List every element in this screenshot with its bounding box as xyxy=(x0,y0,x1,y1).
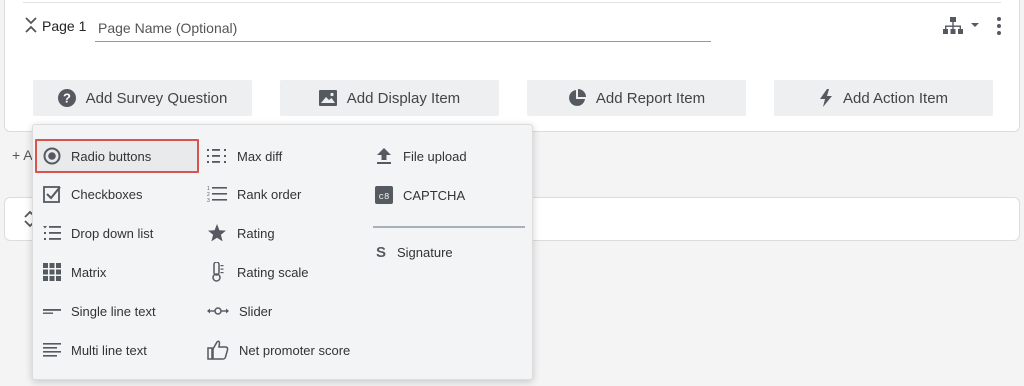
image-icon xyxy=(318,90,337,106)
thumbs-up-icon xyxy=(207,340,229,360)
question-type-menu: Radio buttons Checkboxes Drop down list … xyxy=(32,124,533,380)
add-survey-question-button[interactable]: ? Add Survey Question xyxy=(33,80,252,116)
menu-item-rating[interactable]: Rating xyxy=(199,216,369,250)
add-survey-question-label: Add Survey Question xyxy=(85,89,228,107)
svg-text:S: S xyxy=(376,244,386,260)
collapse-icon[interactable] xyxy=(23,16,39,34)
checkbox-icon xyxy=(43,186,61,203)
menu-item-label: Max diff xyxy=(237,148,283,164)
svg-text:3: 3 xyxy=(207,198,210,202)
matrix-grid-icon xyxy=(43,263,61,281)
add-action-item-label: Add Action Item xyxy=(842,89,949,107)
menu-item-rating-scale[interactable]: Rating scale xyxy=(199,255,369,289)
caret-down-icon xyxy=(971,23,979,27)
menu-item-label: Radio buttons xyxy=(71,148,152,164)
slider-icon xyxy=(207,307,229,315)
add-report-item-label: Add Report Item xyxy=(595,89,706,107)
sitemap-icon xyxy=(943,17,963,34)
page-1-card: Page 1 ? Add Survey Question xyxy=(4,0,1020,132)
upload-icon xyxy=(377,148,391,164)
menu-item-drop-down-list[interactable]: Drop down list xyxy=(35,216,199,250)
captcha-icon: c8 xyxy=(375,186,393,204)
menu-item-label: Matrix xyxy=(71,264,107,280)
pie-chart-icon xyxy=(568,89,586,106)
menu-divider xyxy=(373,226,525,228)
menu-item-label: Single line text xyxy=(71,303,156,319)
menu-item-checkboxes[interactable]: Checkboxes xyxy=(35,177,199,211)
page-title: Page 1 xyxy=(42,18,87,34)
thermometer-icon xyxy=(212,262,224,282)
add-report-item-button[interactable]: Add Report Item xyxy=(527,80,746,116)
add-display-item-button[interactable]: Add Display Item xyxy=(280,80,499,116)
multi-line-text-icon xyxy=(43,343,61,357)
rank-order-icon: 1 2 3 xyxy=(207,186,227,202)
menu-item-label: Rating xyxy=(237,225,275,241)
radio-button-icon xyxy=(43,147,61,165)
menu-item-net-promoter-score[interactable]: Net promoter score xyxy=(199,333,369,367)
menu-item-label: Multi line text xyxy=(71,342,147,358)
dropdown-list-icon xyxy=(43,226,61,240)
menu-item-max-diff[interactable]: Max diff xyxy=(199,139,369,173)
menu-item-slider[interactable]: Slider xyxy=(199,294,369,328)
lightning-icon xyxy=(819,89,832,107)
max-diff-icon xyxy=(207,149,226,163)
add-action-item-button[interactable]: Add Action Item xyxy=(774,80,993,116)
question-circle-icon: ? xyxy=(57,89,76,107)
menu-item-multi-line-text[interactable]: Multi line text xyxy=(35,333,199,367)
menu-item-signature[interactable]: S Signature xyxy=(367,235,525,269)
menu-item-matrix[interactable]: Matrix xyxy=(35,255,199,289)
add-page-link[interactable]: + A xyxy=(12,147,33,163)
menu-item-radio-buttons[interactable]: Radio buttons xyxy=(35,139,199,173)
menu-item-label: Rank order xyxy=(237,186,302,202)
menu-item-label: Signature xyxy=(397,244,453,260)
menu-item-file-upload[interactable]: File upload xyxy=(367,139,525,173)
svg-text:c8: c8 xyxy=(379,192,390,202)
menu-item-captcha[interactable]: c8 CAPTCHA xyxy=(367,178,525,212)
star-icon xyxy=(208,224,226,242)
menu-item-label: Rating scale xyxy=(237,264,309,280)
svg-text:?: ? xyxy=(63,91,71,106)
menu-item-single-line-text[interactable]: Single line text xyxy=(35,294,199,328)
menu-item-label: Checkboxes xyxy=(71,186,143,202)
single-line-text-icon xyxy=(43,309,61,314)
menu-item-label: Slider xyxy=(239,303,273,319)
menu-item-label: CAPTCHA xyxy=(403,187,466,203)
more-options-icon[interactable] xyxy=(991,16,1007,36)
divider xyxy=(23,2,1001,3)
menu-item-rank-order[interactable]: 1 2 3 Rank order xyxy=(199,177,369,211)
page-tree-dropdown-button[interactable] xyxy=(943,16,983,36)
menu-item-label: File upload xyxy=(403,148,467,164)
add-display-item-label: Add Display Item xyxy=(346,89,461,107)
signature-icon: S xyxy=(376,244,386,260)
menu-item-label: Drop down list xyxy=(71,225,154,241)
page-name-input[interactable] xyxy=(95,14,711,42)
menu-item-label: Net promoter score xyxy=(239,342,351,358)
